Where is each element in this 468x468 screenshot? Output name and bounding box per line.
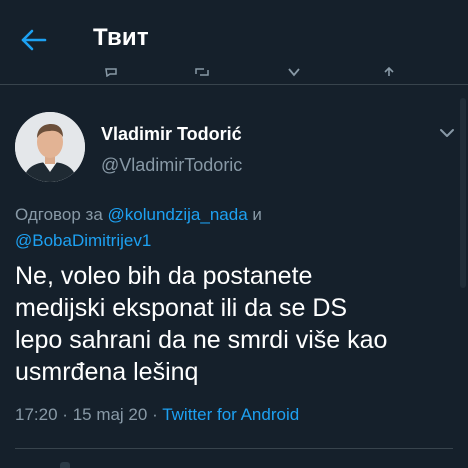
divider xyxy=(0,84,468,85)
tweet-text-line: lepo sahrani da ne smrdi više kao xyxy=(15,326,388,354)
tweet-text-line: medijski eksponat ili da se DS xyxy=(15,294,348,322)
reply-prefix: Одговор за xyxy=(15,205,103,224)
tweet-text-line: Ne, voleo bih da postanete xyxy=(15,262,313,290)
tweet-text: Ne, voleo bih da postanete medijski eksp… xyxy=(15,260,455,388)
page-title: Твит xyxy=(93,24,149,51)
avatar[interactable] xyxy=(15,112,85,182)
arrow-left-icon xyxy=(21,29,47,51)
author-display-name[interactable]: Vladimir Todorić xyxy=(101,124,242,145)
tweet-screen: Твит Vladimir Todorić @VladimirTodoric О… xyxy=(0,0,468,468)
retweet-icon[interactable] xyxy=(194,66,210,78)
tweet-source-link[interactable]: Twitter for Android xyxy=(162,405,299,424)
next-content-hint xyxy=(60,462,70,468)
share-icon[interactable] xyxy=(382,66,396,78)
mention-link[interactable]: @BobaDimitrijev1 xyxy=(15,231,151,250)
scrollbar[interactable] xyxy=(460,98,466,288)
tweet-text-line: usmrđena lešinq xyxy=(15,358,199,386)
tweet-meta: 17:20 · 15 maj 20 · Twitter for Android xyxy=(15,405,299,425)
author-handle[interactable]: @VladimirTodoric xyxy=(101,155,242,176)
divider xyxy=(15,448,453,449)
more-options-button[interactable] xyxy=(436,122,458,144)
previous-tweet-actions xyxy=(0,62,468,82)
tweet-time: 17:20 xyxy=(15,405,58,424)
like-icon[interactable] xyxy=(287,66,301,78)
reply-icon[interactable] xyxy=(104,66,118,78)
chevron-down-icon xyxy=(440,129,454,137)
reply-joiner: и xyxy=(252,205,262,224)
replying-to: Одговор за @kolundzija_nada и @BobaDimit… xyxy=(15,202,435,254)
meta-separator: · xyxy=(152,405,158,424)
back-button[interactable] xyxy=(18,26,50,54)
tweet-date: 15 maj 20 xyxy=(72,405,148,424)
meta-separator: · xyxy=(62,405,68,424)
mention-link[interactable]: @kolundzija_nada xyxy=(108,205,248,224)
